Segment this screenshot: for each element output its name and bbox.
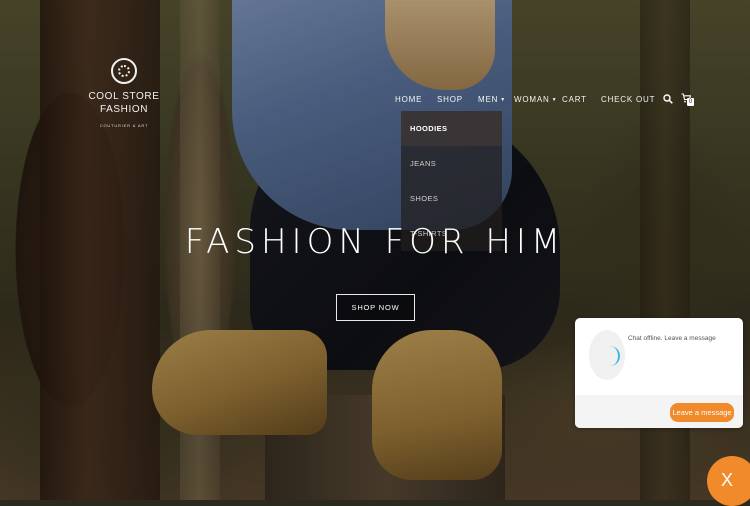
nav-men-label: MEN xyxy=(478,95,499,104)
nav-woman[interactable]: WOMAN ▼ xyxy=(514,95,557,104)
hero-headline: FASHION FOR HIM xyxy=(184,222,566,262)
nav-men[interactable]: MEN ▼ xyxy=(478,95,506,104)
chevron-down-icon: ▼ xyxy=(551,97,558,103)
logo-emblem-icon xyxy=(111,58,137,84)
dropdown-item-shoes[interactable]: SHOES xyxy=(401,181,502,216)
site-logo[interactable]: COOL STORE FASHION COUTURIER & ART xyxy=(88,58,160,128)
cart-icon[interactable]: 0 xyxy=(681,93,694,106)
leave-message-button[interactable]: Leave a message xyxy=(670,403,734,422)
chat-widget: Chat offline. Leave a message Leave a me… xyxy=(575,318,743,428)
nav-home[interactable]: HOME xyxy=(395,95,422,104)
chat-status-text: Chat offline. Leave a message xyxy=(628,335,716,342)
nav-shop[interactable]: SHOP xyxy=(437,95,463,104)
chat-avatar-icon xyxy=(589,330,625,380)
logo-line-1: COOL STORE xyxy=(88,91,160,102)
cart-count-badge: 0 xyxy=(687,98,694,106)
nav-checkout[interactable]: CHECK OUT xyxy=(601,95,655,104)
chat-close-button[interactable]: X xyxy=(707,456,750,506)
shop-now-button[interactable]: SHOP NOW xyxy=(336,294,415,321)
nav-cart[interactable]: CART xyxy=(562,95,587,104)
search-icon[interactable] xyxy=(663,94,673,104)
chevron-down-icon: ▼ xyxy=(500,97,506,103)
dropdown-item-hoodies[interactable]: HOODIES xyxy=(401,111,502,146)
logo-line-2: FASHION xyxy=(99,104,149,115)
logo-tagline: COUTURIER & ART xyxy=(99,123,149,128)
dropdown-item-jeans[interactable]: JEANS xyxy=(401,146,502,181)
nav-woman-label: WOMAN xyxy=(514,95,550,104)
